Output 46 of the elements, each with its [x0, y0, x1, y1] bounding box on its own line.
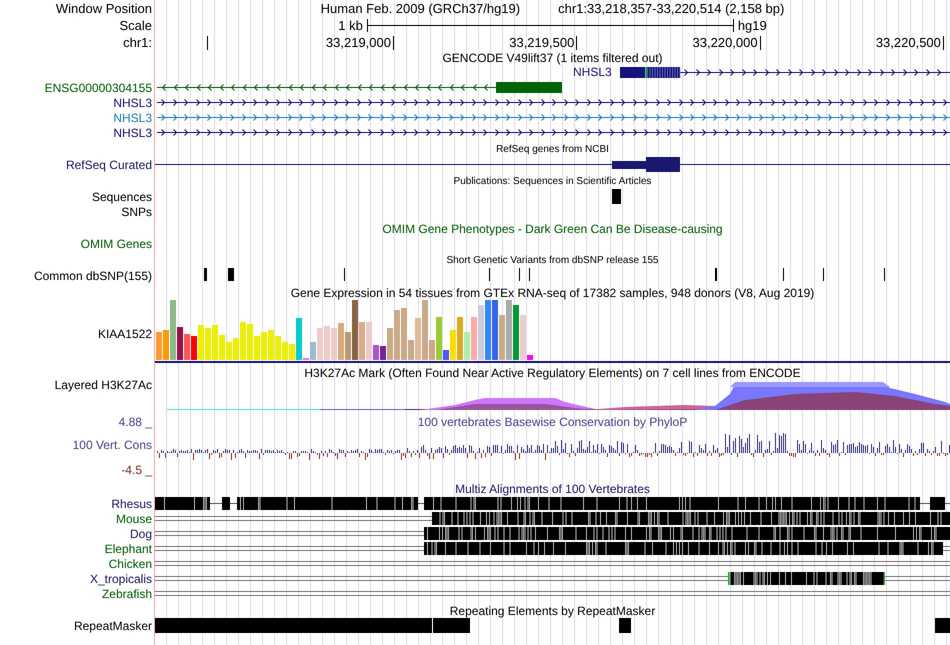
track-label[interactable]: RepeatMasker [74, 618, 152, 632]
gene-name[interactable]: NHSL3 [113, 96, 152, 110]
species-label[interactable]: Zebrafish [102, 586, 152, 600]
gene-name[interactable]: NHSL3 [113, 110, 152, 124]
species-label[interactable]: Chicken [108, 556, 152, 570]
track-label[interactable]: SNPs [121, 204, 152, 218]
row-label[interactable]: Window Position [56, 1, 152, 16]
species-label[interactable]: X_tropicalis [90, 572, 152, 586]
track-title: RefSeq genes from NCBI [496, 143, 609, 157]
track-label[interactable]: Sequences [92, 190, 152, 204]
track-title: 100 vertebrates Basewise Conservation by PhyloP [418, 415, 688, 429]
track-label[interactable]: RefSeq Curated [66, 158, 152, 172]
track-title: OMIM Gene Phenotypes - Dark Green Can Be Disease-causing [382, 222, 723, 236]
species-label[interactable]: Rhesus [111, 496, 152, 510]
ruler-label: 33,219,000 [326, 36, 394, 50]
track-title: Repeating Elements by RepeatMasker [450, 604, 656, 618]
ruler-label: 33,220,500 [876, 36, 944, 50]
species-label[interactable]: Elephant [104, 542, 152, 556]
row-label[interactable]: chr1: [123, 35, 152, 50]
position-text: chr1:33,218,357-33,220,514 (2,158 bp) [558, 1, 784, 16]
track-label[interactable]: Common dbSNP(155) [34, 268, 152, 282]
ruler-tick [207, 36, 208, 50]
species-label[interactable]: Dog [130, 526, 152, 540]
track-title: Multiz Alignments of 100 Vertebrates [455, 482, 650, 496]
axis-label: 4.88 _ [118, 415, 152, 429]
track-label[interactable]: KIAA1522 [98, 326, 152, 340]
sequence-mark [612, 189, 622, 204]
scale-length: 1 kb [338, 18, 363, 33]
track-title: Gene Expression in 54 tissues from GTEx RNA-seq of 17382 samples, 948 donors (V8, Aug 2019) [290, 286, 814, 300]
assembly-name: hg19 [738, 18, 767, 33]
gene-name[interactable]: NHSL3 [113, 126, 152, 140]
ruler-label: 33,219,500 [509, 36, 578, 50]
assembly-title: Human Feb. 2009 (GRCh37/hg19) [320, 1, 520, 16]
track-label[interactable]: Layered H3K27Ac [54, 378, 152, 392]
track-title: H3K27Ac Mark (Often Found Near Active Regulatory Elements) on 7 cell lines from ENCODE [304, 366, 801, 380]
axis-label: -4.5 _ [121, 463, 152, 477]
gene-name[interactable]: NHSL3 [573, 65, 612, 80]
track-label[interactable]: 100 Vert. Cons [72, 438, 152, 452]
ruler-label: 33,220,000 [692, 36, 761, 50]
gene-name[interactable]: ENSG00000304155 [44, 80, 152, 94]
row-label[interactable]: Scale [119, 18, 152, 33]
species-label[interactable]: Mouse [116, 512, 152, 526]
track-label[interactable]: OMIM Genes [80, 236, 152, 250]
track-title: Short Genetic Variants from dbSNP release 155 [446, 254, 658, 268]
track-title: Publications: Sequences in Scientific Articles [454, 175, 652, 189]
track-title: GENCODE V49lift37 (1 items filtered out) [442, 51, 663, 65]
